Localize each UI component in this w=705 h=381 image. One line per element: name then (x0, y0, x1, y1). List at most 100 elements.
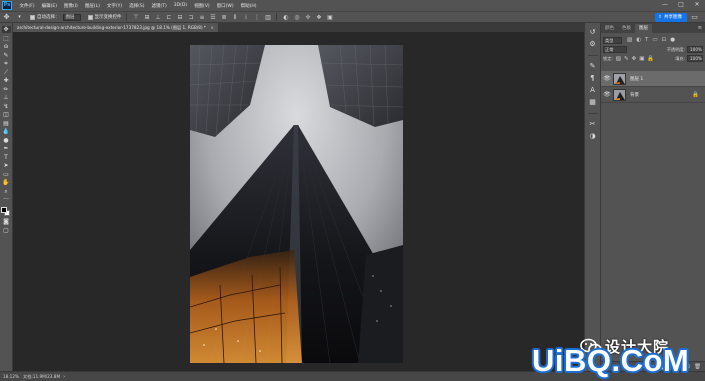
menu-select[interactable]: 选择(S) (126, 3, 148, 9)
eye-icon[interactable]: 👁 (603, 91, 611, 98)
tab-layers[interactable]: 图层 (635, 24, 652, 33)
minimize-button[interactable]: — (661, 1, 669, 9)
menu-3d[interactable]: 3D(D) (170, 3, 190, 8)
paragraph-panel-icon[interactable]: ¶ (588, 74, 598, 83)
type-tool-icon[interactable]: T (2, 154, 11, 161)
menu-filter[interactable]: 滤镜(T) (148, 3, 170, 9)
canvas-area[interactable] (13, 32, 584, 371)
clone-stamp-tool-icon[interactable]: ⊥ (2, 94, 11, 101)
document-tab[interactable]: architectural-design-architecture-buildi… (13, 23, 218, 32)
3d-slide-icon[interactable]: ❖ (316, 14, 323, 21)
move-tool-icon[interactable]: ✥ (2, 13, 11, 22)
filter-kind-select[interactable]: 类型 (603, 36, 622, 44)
distribute-top-icon[interactable]: ≡ (199, 14, 206, 21)
fill-input[interactable]: 100% (687, 55, 703, 62)
blur-tool-icon[interactable]: 💧 (2, 128, 11, 135)
status-menu-arrow[interactable]: › (63, 374, 65, 380)
lock-position-icon[interactable]: ✥ (632, 56, 637, 62)
marquee-tool-icon[interactable]: ⬚ (2, 35, 11, 42)
lock-transparent-icon[interactable]: ▨ (616, 56, 621, 62)
brush-panel-icon[interactable]: ✎ (588, 62, 598, 71)
delete-layer-icon[interactable]: 🗑 (694, 364, 701, 370)
panel-menu-icon[interactable]: ≡ (698, 24, 702, 33)
document-image[interactable] (190, 45, 403, 363)
lock-artboard-icon[interactable]: ▣ (639, 56, 644, 62)
gradient-tool-icon[interactable]: ▤ (2, 120, 11, 127)
tool-presets-icon[interactable]: ✂ (588, 120, 598, 129)
more-tools-icon[interactable]: ··· (2, 196, 11, 203)
menu-type[interactable]: 文字(Y) (103, 3, 125, 9)
filter-type-icon[interactable]: T (645, 37, 648, 43)
eyedropper-tool-icon[interactable]: ⟋ (2, 69, 11, 76)
filter-toggle-icon[interactable]: ● (670, 37, 675, 43)
screen-mode-icon[interactable]: ▢ (2, 227, 11, 234)
close-icon[interactable]: × (210, 25, 214, 30)
align-right-icon[interactable]: ⊐ (188, 14, 195, 21)
lock-image-icon[interactable]: ✎ (624, 56, 629, 62)
lasso-tool-icon[interactable]: ɷ (2, 43, 11, 50)
layer-row[interactable]: 👁 图层 1 (601, 71, 705, 87)
hand-tool-icon[interactable]: ✋ (2, 179, 11, 186)
distribute-bottom-icon[interactable]: ≣ (221, 14, 228, 21)
align-middle-icon[interactable]: ⊞ (144, 14, 151, 21)
auto-select-checkbox[interactable] (30, 14, 35, 20)
adjustments-panel-icon[interactable]: ◑ (588, 132, 598, 141)
color-swatches[interactable] (1, 206, 11, 217)
distribute-middle-icon[interactable]: ☰ (210, 14, 217, 21)
lock-all-icon[interactable]: 🔒 (647, 56, 654, 62)
chevron-down-icon[interactable]: ▾ (15, 13, 24, 22)
foreground-color[interactable] (1, 206, 7, 213)
workspace-icon[interactable]: ▭ (690, 13, 699, 22)
align-top-icon[interactable]: ⊤ (133, 14, 140, 21)
3d-scale-icon[interactable]: ▣ (327, 14, 334, 21)
menu-edit[interactable]: 编辑(E) (38, 3, 60, 9)
auto-align-icon[interactable]: ▥ (265, 14, 272, 21)
filter-adjustment-icon[interactable]: ◐ (636, 37, 641, 43)
tab-swatches[interactable]: 色板 (618, 24, 635, 33)
menu-layer[interactable]: 图层(L) (81, 3, 103, 9)
opacity-input[interactable]: 100% (687, 46, 703, 53)
channels-panel-icon[interactable]: ▦ (588, 98, 598, 107)
filter-shape-icon[interactable]: ▭ (652, 37, 657, 43)
zoom-level[interactable]: 18.12% (3, 374, 23, 379)
tab-color[interactable]: 颜色 (601, 24, 618, 33)
dodge-tool-icon[interactable]: ● (2, 137, 11, 144)
eye-icon[interactable]: 👁 (603, 75, 611, 82)
maximize-button[interactable]: □ (677, 1, 685, 9)
auto-select-dropdown[interactable]: 图层 (62, 13, 81, 21)
layer-row[interactable]: 👁 背景 🔒 (601, 87, 705, 103)
eraser-tool-icon[interactable]: ◫ (2, 111, 11, 118)
menu-view[interactable]: 视图(V) (191, 3, 214, 9)
3d-orbit-icon[interactable]: ◐ (283, 14, 290, 21)
blend-mode-select[interactable]: 正常 (603, 46, 627, 53)
filter-smart-object-icon[interactable]: ⊡ (662, 37, 667, 43)
move-tool-icon[interactable]: ✥ (1, 26, 11, 33)
character-panel-icon[interactable]: A (588, 86, 598, 95)
zoom-tool-icon[interactable]: ⌕ (2, 188, 11, 195)
path-select-tool-icon[interactable]: ➤ (2, 162, 11, 169)
align-left-icon[interactable]: ⊏ (166, 14, 173, 21)
brush-tool-icon[interactable]: ✏ (2, 86, 11, 93)
align-bottom-icon[interactable]: ⊥ (155, 14, 162, 21)
distribute-right-icon[interactable]: ⋮ (254, 14, 261, 21)
menu-help[interactable]: 帮助(H) (237, 3, 260, 9)
pen-tool-icon[interactable]: ✒ (2, 145, 11, 152)
3d-pan-icon[interactable]: ✢ (305, 14, 312, 21)
quick-select-tool-icon[interactable]: ✎ (2, 52, 11, 59)
distribute-left-icon[interactable]: ⫴ (232, 14, 239, 21)
3d-roll-icon[interactable]: ◎ (294, 14, 301, 21)
crop-tool-icon[interactable]: ⌗ (2, 60, 11, 67)
align-center-icon[interactable]: ⊟ (177, 14, 184, 21)
menu-window[interactable]: 窗口(W) (213, 3, 237, 9)
close-button[interactable]: ✕ (693, 1, 701, 9)
history-panel-icon[interactable]: ↺ (588, 28, 598, 37)
share-image-button[interactable]: ⇪ 共享图像 (655, 13, 687, 22)
properties-panel-icon[interactable]: ⚙ (588, 40, 598, 49)
layer-name[interactable]: 背景 (630, 92, 639, 98)
quick-mask-icon[interactable]: ◙ (2, 218, 11, 225)
shape-tool-icon[interactable]: ▭ (2, 171, 11, 178)
healing-brush-tool-icon[interactable]: ✚ (2, 77, 11, 84)
filter-pixel-icon[interactable]: ▧ (627, 37, 632, 43)
menu-image[interactable]: 图像(I) (60, 3, 81, 9)
distribute-center-icon[interactable]: ⁞ (243, 14, 250, 21)
